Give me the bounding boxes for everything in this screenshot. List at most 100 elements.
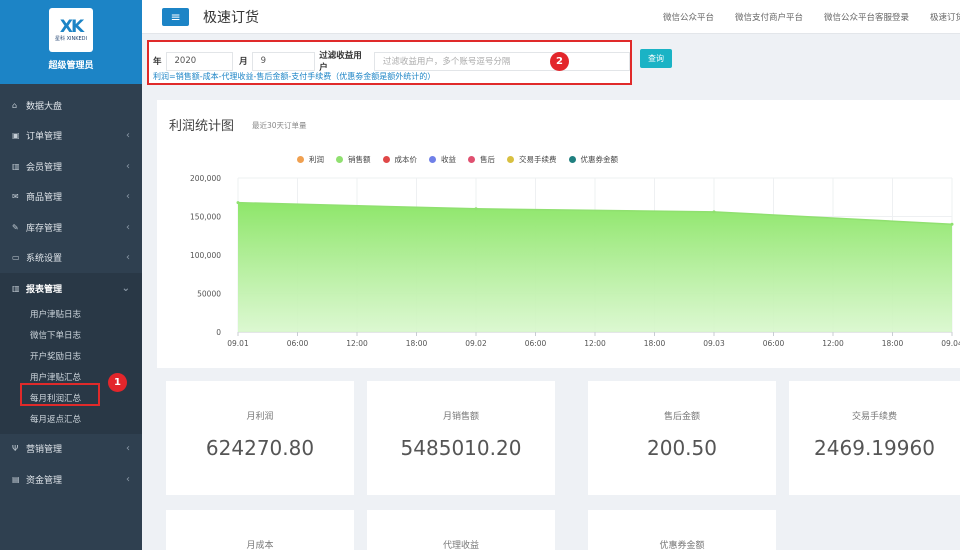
hamburger-icon: ≡ bbox=[170, 9, 181, 24]
stat-card-transaction-fee: 交易手续费 2469.19960 bbox=[789, 381, 960, 495]
stat-card-agent-income: 代理收益 bbox=[367, 510, 555, 550]
x-tick-label: 12:00 bbox=[346, 339, 368, 348]
stat-label: 售后金额 bbox=[663, 412, 700, 422]
x-tick-label: 06:00 bbox=[763, 339, 785, 348]
x-tick-label: 12:00 bbox=[584, 339, 606, 348]
chevron-left-icon: ‹ bbox=[126, 221, 130, 233]
sidebar-item-label: 会员管理 bbox=[26, 162, 63, 173]
stat-value: 624270.80 bbox=[205, 436, 315, 460]
sidebar-item-orders[interactable]: ▣ 订单管理 ‹ bbox=[0, 121, 142, 152]
member-chart-icon: ▥ bbox=[12, 161, 20, 171]
sidebar-item-inventory[interactable]: ✎ 库存管理 ‹ bbox=[0, 212, 142, 243]
sidebar-item-members[interactable]: ▥ 会员管理 ‹ bbox=[0, 151, 142, 182]
sidebar-item-dashboard[interactable]: ⌂ 数据大盘 bbox=[0, 90, 142, 121]
sidebar-menu: ⌂ 数据大盘 ▣ 订单管理 ‹ ▥ 会员管理 ‹ ✉ 商品管理 ‹ ✎ 库存管理… bbox=[0, 84, 142, 304]
x-tick-label: 09.04 bbox=[941, 339, 960, 348]
x-tick-label: 06:00 bbox=[525, 339, 547, 348]
highlight-box-monthly-profit bbox=[20, 383, 100, 406]
sidebar-item-products[interactable]: ✉ 商品管理 ‹ bbox=[0, 182, 142, 213]
brand-block: XK 星科 XINKEDI 超级管理员 bbox=[0, 0, 142, 84]
stat-label: 月成本 bbox=[246, 541, 274, 550]
x-tick-label: 18:00 bbox=[882, 339, 904, 348]
stat-label: 月利润 bbox=[246, 412, 274, 422]
month-label: 月 bbox=[239, 57, 248, 67]
data-point bbox=[474, 207, 478, 211]
logo-mark: XK bbox=[59, 16, 84, 37]
stat-card-monthly-profit: 月利润 624270.80 bbox=[166, 381, 354, 495]
data-point bbox=[712, 210, 716, 214]
stat-card-after-sale: 售后金额 200.50 bbox=[588, 381, 776, 495]
data-point bbox=[950, 222, 954, 226]
sub-item-wechat-order-log[interactable]: 微信下单日志 bbox=[0, 325, 142, 346]
stat-card-coupon-amount: 优惠券金额 bbox=[588, 510, 776, 550]
profit-formula-note: 利润=销售额-成本-代理收益-售后金额-支付手续费（优惠劵金额是额外统计的） bbox=[153, 72, 436, 81]
x-tick-label: 09.03 bbox=[703, 339, 725, 348]
link-wechat-platform[interactable]: 微信公众平台 bbox=[663, 11, 714, 23]
top-links: 微信公众平台 微信支付商户平台 微信公众平台客服登录 极速订货 bbox=[642, 11, 960, 23]
y-tick-label: 50000 bbox=[197, 290, 221, 299]
sidebar-item-label: 营销管理 bbox=[26, 445, 63, 456]
money-icon: ▤ bbox=[12, 474, 20, 484]
sub-item-account-reward-log[interactable]: 开户奖励日志 bbox=[0, 346, 142, 367]
chevron-left-icon: ‹ bbox=[126, 191, 130, 203]
x-tick-label: 06:00 bbox=[287, 339, 309, 348]
edit-icon: ✎ bbox=[12, 222, 19, 232]
area-series-sales bbox=[238, 202, 952, 332]
query-button[interactable]: 查询 bbox=[640, 49, 672, 68]
sidebar-item-label: 报表管理 bbox=[26, 284, 63, 295]
profit-chart: 200,000 150,000 100,000 50000 0 09.01 06:00 12:… bbox=[190, 174, 960, 348]
marketing-icon: Ψ bbox=[12, 444, 19, 454]
x-tick-label: 18:00 bbox=[644, 339, 666, 348]
sidebar-item-label: 数据大盘 bbox=[26, 101, 63, 112]
monitor-icon: ▭ bbox=[12, 253, 20, 263]
stat-label: 代理收益 bbox=[442, 541, 479, 550]
order-icon: ▣ bbox=[12, 131, 20, 141]
month-input[interactable]: 9 bbox=[251, 51, 316, 71]
stat-card-monthly-cost: 月成本 bbox=[166, 510, 354, 550]
year-input[interactable]: 2020 bbox=[165, 51, 234, 71]
sidebar-item-reports[interactable]: ▥ 报表管理 ⌄ bbox=[0, 273, 142, 304]
y-tick-label: 200,000 bbox=[190, 174, 221, 183]
sidebar: XK 星科 XINKEDI 超级管理员 ⌂ 数据大盘 ▣ 订单管理 ‹ ▥ 会员… bbox=[0, 0, 142, 550]
menu-toggle-button[interactable]: ≡ bbox=[162, 7, 189, 26]
stat-label: 交易手续费 bbox=[851, 412, 897, 422]
envelope-icon: ✉ bbox=[12, 192, 19, 202]
stat-value: 2469.19960 bbox=[814, 436, 935, 460]
data-point bbox=[236, 201, 240, 205]
x-tick-label: 09.02 bbox=[465, 339, 487, 348]
sidebar-menu-bottom: Ψ 营销管理 ‹ ▤ 资金管理 ‹ bbox=[0, 434, 142, 495]
sidebar-item-marketing[interactable]: Ψ 营销管理 ‹ bbox=[0, 434, 142, 465]
chevron-left-icon: ‹ bbox=[126, 473, 130, 485]
stat-label: 月销售额 bbox=[442, 412, 479, 422]
link-wechat-pay-merchant[interactable]: 微信支付商户平台 bbox=[735, 11, 803, 23]
filter-user-label: 过滤收益用户 bbox=[319, 51, 362, 73]
chevron-left-icon: ‹ bbox=[126, 443, 130, 455]
logo[interactable]: XK 星科 XINKEDI bbox=[49, 8, 93, 52]
sidebar-item-funds[interactable]: ▤ 资金管理 ‹ bbox=[0, 464, 142, 495]
logo-text: 星科 XINKEDI bbox=[55, 35, 87, 42]
sub-item-allowance-log[interactable]: 用户津贴日志 bbox=[0, 304, 142, 325]
reports-submenu: 用户津贴日志 微信下单日志 开户奖励日志 用户津贴汇总 每月利润汇总 每月返点汇… bbox=[0, 303, 142, 434]
report-chart-icon: ▥ bbox=[12, 283, 20, 293]
filter-user-input[interactable]: 过滤收益用户，多个账号逗号分隔 bbox=[373, 51, 630, 71]
sidebar-item-label: 资金管理 bbox=[26, 475, 63, 486]
link-wechat-service-login[interactable]: 微信公众平台客服登录 bbox=[824, 11, 909, 23]
sidebar-item-label: 系统设置 bbox=[26, 254, 63, 265]
y-tick-label: 150,000 bbox=[190, 213, 221, 222]
sidebar-item-label: 商品管理 bbox=[26, 193, 63, 204]
stat-value: 5485010.20 bbox=[400, 436, 522, 460]
step-marker-2: 2 bbox=[550, 52, 569, 71]
x-tick-label: 18:00 bbox=[406, 339, 428, 348]
sidebar-item-settings[interactable]: ▭ 系统设置 ‹ bbox=[0, 243, 142, 274]
link-quick-order[interactable]: 极速订货 bbox=[930, 11, 960, 23]
sidebar-item-label: 库存管理 bbox=[26, 223, 63, 234]
chevron-down-icon: ⌄ bbox=[121, 282, 130, 294]
step-marker-1: 1 bbox=[108, 373, 127, 392]
user-role: 超级管理员 bbox=[48, 61, 94, 71]
sub-item-monthly-rebate[interactable]: 每月返点汇总 bbox=[0, 409, 142, 430]
sidebar-item-label: 订单管理 bbox=[26, 132, 63, 143]
chevron-left-icon: ‹ bbox=[126, 252, 130, 264]
stat-value: 200.50 bbox=[647, 436, 717, 460]
stat-card-monthly-sales: 月销售额 5485010.20 bbox=[367, 381, 555, 495]
y-tick-label: 100,000 bbox=[190, 251, 221, 260]
